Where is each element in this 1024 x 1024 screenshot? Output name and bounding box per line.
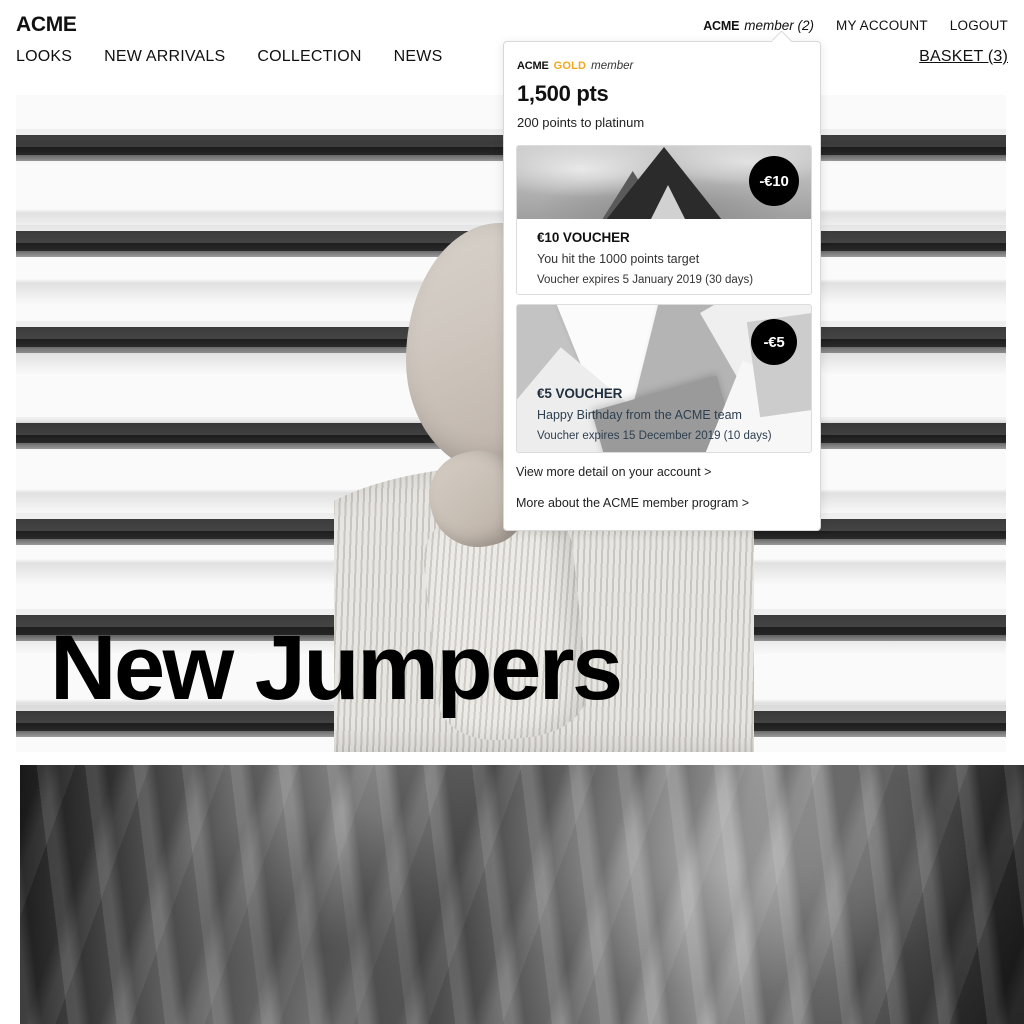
logout-link[interactable]: LOGOUT: [950, 18, 1008, 33]
fabric-lighting: [20, 765, 1024, 1024]
voucher-card[interactable]: -€5 €5 VOUCHER Happy Birthday from the A…: [516, 304, 812, 453]
basket-link[interactable]: BASKET (3): [919, 48, 1008, 66]
nav-item-collection[interactable]: COLLECTION: [257, 48, 361, 66]
nav-item-news[interactable]: NEWS: [394, 48, 443, 66]
member-status-link[interactable]: ACME member (2): [703, 18, 814, 33]
page-root: ACME ACME member (2) MY ACCOUNT LOGOUT L…: [0, 0, 1024, 1024]
points-balance: 1,500 pts: [517, 81, 609, 106]
panel-arrow-icon: [772, 31, 794, 42]
voucher-card[interactable]: -€10 €10 VOUCHER You hit the 1000 points…: [516, 145, 812, 295]
nav-item-new-arrivals[interactable]: NEW ARRIVALS: [104, 48, 225, 66]
tier-name-label: GOLD: [553, 60, 587, 72]
hero-title: New Jumpers: [50, 617, 623, 719]
voucher-details: €5 VOUCHER Happy Birthday from the ACME …: [517, 386, 811, 442]
utility-bar: ACME ACME member (2) MY ACCOUNT LOGOUT: [0, 0, 1024, 42]
voucher-title: €5 VOUCHER: [537, 386, 623, 401]
site-logo[interactable]: ACME: [16, 13, 77, 37]
member-dropdown-panel: ACME GOLD member 1,500 pts 200 points to…: [503, 41, 821, 531]
nav-items: LOOKS NEW ARRIVALS COLLECTION NEWS: [16, 48, 442, 66]
voucher-value-badge: -€5: [751, 319, 797, 365]
voucher-details: €10 VOUCHER You hit the 1000 points targ…: [517, 219, 811, 286]
view-account-detail-link[interactable]: View more detail on your account >: [516, 465, 812, 479]
voucher-value-badge: -€10: [749, 156, 799, 206]
voucher-image-mountain: -€10: [517, 146, 811, 219]
my-account-link[interactable]: MY ACCOUNT: [836, 18, 928, 33]
panel-header: ACME GOLD member 1,500 pts 200 points to…: [504, 42, 820, 130]
utility-links: ACME member (2) MY ACCOUNT LOGOUT: [703, 18, 1008, 33]
voucher-expiry: Voucher expires 15 December 2019 (10 day…: [537, 430, 772, 442]
member-program-info-link[interactable]: More about the ACME member program >: [516, 496, 812, 510]
membership-tier: ACME GOLD member: [517, 60, 807, 72]
points-to-next-tier: 200 points to platinum: [517, 115, 645, 130]
nav-item-looks[interactable]: LOOKS: [16, 48, 72, 66]
voucher-title: €10 VOUCHER: [537, 230, 630, 245]
panel-footer-links: View more detail on your account > More …: [516, 465, 812, 527]
mountain-snow: [648, 185, 688, 219]
tier-suffix-label: member: [591, 60, 634, 72]
voucher-expiry: Voucher expires 5 January 2019 (30 days): [537, 274, 754, 286]
secondary-banner-image[interactable]: [20, 765, 1024, 1024]
voucher-description: You hit the 1000 points target: [537, 252, 700, 266]
member-brand-label: ACME: [703, 19, 740, 33]
voucher-description: Happy Birthday from the ACME team: [537, 408, 742, 422]
tier-brand-label: ACME: [517, 60, 549, 72]
